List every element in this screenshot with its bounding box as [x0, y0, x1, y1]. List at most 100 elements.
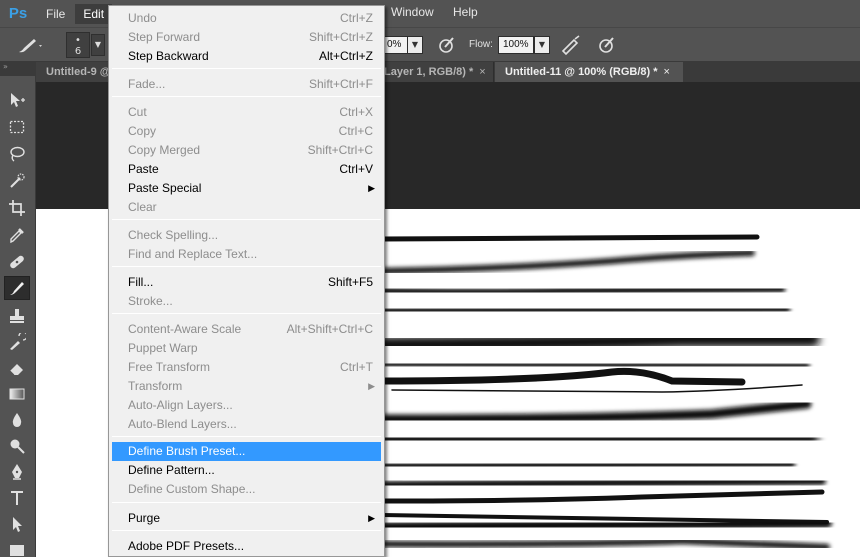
menu-item-stroke[interactable]: Stroke...	[112, 292, 381, 311]
quick-selection-icon	[10, 173, 25, 188]
airbrush-toggle[interactable]	[560, 34, 582, 56]
menu-item-copy-merged[interactable]: Copy Merged Shift+Ctrl+C	[112, 141, 381, 160]
menu-separator	[112, 266, 381, 267]
brush-tool[interactable]	[4, 276, 30, 300]
brush-picker-dropdown[interactable]: ▼	[91, 34, 105, 56]
menu-item-define-custom-shape[interactable]: Define Custom Shape...	[112, 480, 381, 499]
menu-item-auto-blend[interactable]: Auto-Blend Layers...	[112, 415, 381, 434]
opacity-dropdown[interactable]: ▼	[407, 36, 423, 54]
menu-file[interactable]: File	[38, 4, 73, 24]
menu-item-adobe-pdf-presets[interactable]: Adobe PDF Presets...	[112, 537, 381, 556]
eraser-icon	[9, 364, 23, 376]
menu-item-auto-align[interactable]: Auto-Align Layers...	[112, 396, 381, 415]
menu-item-purge[interactable]: Purge ▶	[112, 509, 381, 528]
toolbox	[0, 76, 36, 557]
menu-item-clear[interactable]: Clear	[112, 198, 381, 217]
submenu-arrow-icon: ▶	[368, 183, 375, 193]
close-icon[interactable]: ×	[664, 62, 670, 82]
menu-help[interactable]: Help	[448, 5, 483, 19]
eraser-tool[interactable]	[4, 356, 30, 380]
menu-item-copy[interactable]: Copy Ctrl+C	[112, 122, 381, 141]
tab-label: Untitled-9 @	[46, 66, 109, 78]
tab-untitled-11[interactable]: Untitled-11 @ 100% (RGB/8) * ×	[495, 62, 683, 82]
tab-label: Layer 1, RGB/8) *	[384, 66, 474, 78]
toolbox-collapse[interactable]: »	[0, 62, 36, 76]
menu-separator	[112, 502, 381, 503]
close-icon[interactable]: ×	[479, 62, 485, 82]
tool-preset-picker[interactable]	[16, 36, 46, 56]
gradient-icon	[9, 388, 25, 400]
app-logo: Ps	[8, 5, 28, 22]
gradient-tool[interactable]	[4, 382, 30, 406]
document-canvas[interactable]	[382, 209, 860, 557]
type-tool[interactable]	[4, 486, 30, 510]
droplet-icon	[12, 413, 22, 427]
menu-window[interactable]: Window	[386, 5, 439, 19]
submenu-arrow-icon: ▶	[368, 381, 375, 391]
history-brush-tool[interactable]	[4, 330, 30, 354]
opacity-field[interactable]: 0%	[382, 36, 408, 54]
flow-dropdown[interactable]: ▼	[534, 36, 550, 54]
rectangle-icon	[10, 545, 24, 556]
tablet-size-toggle[interactable]	[596, 34, 618, 56]
menu-item-find-replace[interactable]: Find and Replace Text...	[112, 245, 381, 264]
arrow-pointer-icon	[13, 517, 22, 532]
menu-edit[interactable]: Edit	[75, 3, 113, 24]
edit-menu-dropdown: Undo Ctrl+Z Step Forward Shift+Ctrl+Z Step…	[108, 5, 385, 557]
marquee-tool[interactable]	[4, 115, 30, 139]
menu-item-define-pattern[interactable]: Define Pattern...	[112, 461, 381, 480]
flow-label: Flow:	[469, 39, 493, 50]
menu-item-check-spelling[interactable]: Check Spelling...	[112, 226, 381, 245]
pressure-icon	[599, 37, 614, 53]
canvas-area-left	[36, 209, 110, 557]
tablet-opacity-toggle[interactable]	[436, 34, 458, 56]
menu-item-step-forward[interactable]: Step Forward Shift+Ctrl+Z	[112, 28, 381, 47]
menu-item-step-backward[interactable]: Step Backward Alt+Ctrl+Z	[112, 47, 381, 66]
crop-icon	[9, 200, 25, 216]
menu-item-cut[interactable]: Cut Ctrl+X	[112, 103, 381, 122]
history-brush-icon	[10, 333, 26, 350]
quick-selection-tool[interactable]	[4, 169, 30, 193]
menu-item-puppet-warp[interactable]: Puppet Warp	[112, 339, 381, 358]
brush-dot-icon: •	[75, 35, 81, 46]
crop-tool[interactable]	[4, 196, 30, 220]
eyedropper-tool[interactable]	[4, 223, 30, 247]
menu-item-fade[interactable]: Fade... Shift+Ctrl+F	[112, 75, 381, 94]
menu-item-fill[interactable]: Fill... Shift+F5	[112, 273, 381, 292]
brush-icon	[19, 39, 42, 53]
menu-item-content-aware-scale[interactable]: Content-Aware Scale Alt+Shift+Ctrl+C	[112, 320, 381, 339]
submenu-arrow-icon: ▶	[368, 513, 375, 523]
clone-stamp-tool[interactable]	[4, 304, 30, 328]
tab-label: Untitled-11 @ 100% (RGB/8) *	[505, 66, 658, 78]
bandage-icon	[10, 255, 24, 269]
lasso-tool[interactable]	[4, 142, 30, 166]
brush-size-preview[interactable]: • 6	[66, 32, 90, 58]
marquee-icon	[9, 120, 25, 134]
pen-tool[interactable]	[4, 460, 30, 484]
chevron-down-icon: ▼	[538, 40, 546, 49]
menu-item-paste-special[interactable]: Paste Special ▶	[112, 179, 381, 198]
dodge-tool[interactable]	[4, 434, 30, 458]
photoshop-window: Ps File Edit Window Help • 6 ▼ 0% ▼ Flow…	[0, 0, 860, 557]
path-selection-tool[interactable]	[4, 512, 30, 536]
menu-item-free-transform[interactable]: Free Transform Ctrl+T	[112, 358, 381, 377]
brush-strokes-artwork	[382, 234, 832, 550]
dodge-icon	[10, 439, 25, 454]
menu-item-undo[interactable]: Undo Ctrl+Z	[112, 9, 381, 28]
menu-separator	[112, 530, 381, 531]
menu-separator	[112, 96, 381, 97]
blur-tool[interactable]	[4, 408, 30, 432]
tab-untitled-9[interactable]: Untitled-9 @	[36, 62, 109, 82]
eyedropper-icon	[10, 228, 24, 244]
tab-untitled-layer1[interactable]: Layer 1, RGB/8) * ×	[376, 62, 494, 82]
menu-item-define-brush-preset[interactable]: Define Brush Preset...	[112, 442, 381, 461]
move-tool[interactable]	[4, 88, 30, 112]
menu-item-paste[interactable]: Paste Ctrl+V	[112, 160, 381, 179]
flow-field[interactable]: 100%	[498, 36, 534, 54]
brush-icon	[10, 282, 24, 295]
menu-separator	[112, 219, 381, 220]
rectangle-tool[interactable]	[4, 538, 30, 557]
menu-item-transform[interactable]: Transform ▶	[112, 377, 381, 396]
healing-brush-tool[interactable]	[4, 250, 30, 274]
type-icon	[11, 491, 23, 505]
